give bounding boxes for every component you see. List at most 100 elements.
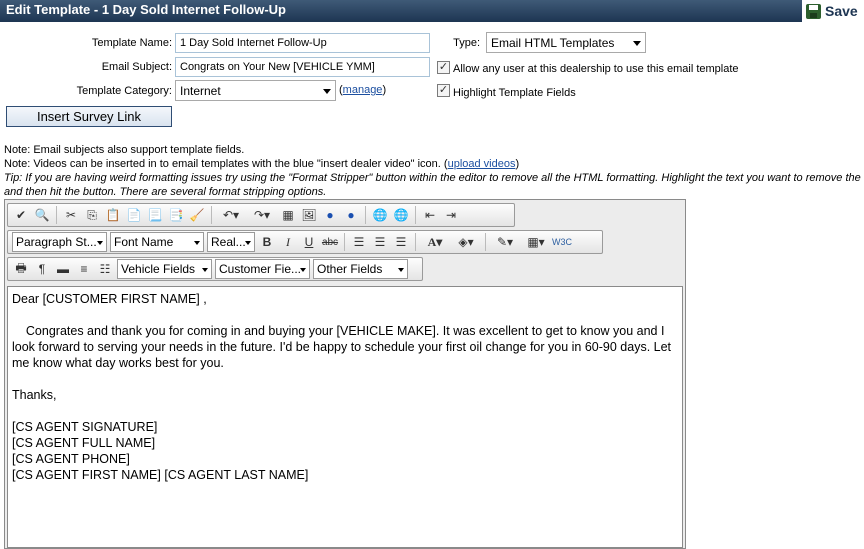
chevron-down-icon [323, 89, 331, 94]
font-color-icon[interactable]: A▾ [421, 233, 449, 251]
manage-link[interactable]: manage [343, 84, 383, 96]
horizontal-rule-icon[interactable]: ▬ [54, 260, 72, 278]
customer-fields-value: Customer Fie... [219, 262, 302, 276]
align-left-icon[interactable]: ☰ [350, 233, 368, 251]
italic-icon[interactable]: I [279, 233, 297, 251]
note-email-subjects: Note: Email subjects also support templa… [4, 144, 245, 156]
paragraph-marks-icon[interactable]: ¶ [33, 260, 51, 278]
underline-icon[interactable]: U [300, 233, 318, 251]
editor-content[interactable]: Dear [CUSTOMER FIRST NAME] , Congrates a… [7, 286, 683, 548]
phone-line: [CS AGENT PHONE] [12, 452, 130, 466]
font-name-select[interactable]: Font Name [110, 232, 204, 252]
toolbar-separator [344, 233, 345, 251]
print-icon[interactable]: 🖶 [12, 260, 30, 278]
vehicle-fields-value: Vehicle Fields [121, 262, 196, 276]
css-style-icon[interactable]: ✎▾ [491, 233, 519, 251]
closing-line: Thanks, [12, 388, 57, 402]
note-videos-close: ) [515, 158, 520, 170]
tip-line-2: and then hit the button. There are sever… [4, 186, 327, 198]
format-stripper-icon[interactable]: 🧹 [188, 206, 206, 224]
outdent-icon[interactable]: ⇤ [421, 206, 439, 224]
w3c-validate-icon[interactable]: W3C [552, 233, 572, 251]
insert-link-icon[interactable]: 🌐 [371, 206, 389, 224]
vehicle-fields-select[interactable]: Vehicle Fields [117, 259, 212, 279]
insert-video-icon[interactable]: ● [321, 206, 339, 224]
chevron-down-icon [245, 241, 251, 245]
toolbar-separator [211, 206, 212, 224]
chevron-down-icon [194, 241, 200, 245]
window-title: Edit Template - 1 Day Sold Internet Foll… [6, 2, 287, 17]
spellcheck-icon[interactable]: ✔ [12, 206, 30, 224]
paragraph-style-select[interactable]: Paragraph St... [12, 232, 107, 252]
table-options-icon[interactable]: ▦▾ [522, 233, 550, 251]
allow-users-label: Allow any user at this dealership to use… [453, 63, 739, 75]
bold-icon[interactable]: B [258, 233, 276, 251]
title-bar: Edit Template - 1 Day Sold Internet Foll… [0, 0, 864, 22]
toolbar-separator [485, 233, 486, 251]
other-fields-value: Other Fields [317, 262, 383, 276]
upload-videos-link[interactable]: upload videos [448, 158, 516, 170]
chevron-down-icon [398, 268, 404, 272]
redo-icon[interactable]: ↷▾ [248, 206, 276, 224]
highlight-color-icon[interactable]: ◈▾ [452, 233, 480, 251]
insert-survey-link-button[interactable]: Insert Survey Link [6, 106, 172, 127]
align-center-icon[interactable]: ☰ [371, 233, 389, 251]
highlight-fields-checkbox[interactable]: ✓ [437, 84, 450, 97]
toolbar-separator [415, 233, 416, 251]
body-paragraph: Congrates and thank you for coming in an… [12, 324, 675, 370]
bulleted-list-icon[interactable]: ☷ [96, 260, 114, 278]
floppy-disk-icon [806, 3, 821, 19]
greeting-line: Dear [CUSTOMER FIRST NAME] , [12, 292, 207, 306]
type-select[interactable]: Email HTML Templates [486, 32, 646, 53]
manage-close-paren: ) [382, 84, 387, 96]
paste-icon[interactable]: 📋 [104, 206, 122, 224]
type-label: Type: [453, 37, 480, 49]
first-last-name-line: [CS AGENT FIRST NAME] [CS AGENT LAST NAM… [12, 468, 309, 482]
toolbar-separator [365, 206, 366, 224]
customer-fields-select[interactable]: Customer Fie... [215, 259, 310, 279]
full-name-line: [CS AGENT FULL NAME] [12, 436, 156, 450]
editor-toolbar-3: 🖶 ¶ ▬ ≡ ☷ Vehicle Fields Customer Fie...… [7, 257, 423, 281]
template-name-label: Template Name: [91, 37, 172, 49]
signature-line: [CS AGENT SIGNATURE] [12, 420, 158, 434]
indent-icon[interactable]: ⇥ [442, 206, 460, 224]
font-size-value: Real... [211, 235, 246, 249]
paragraph-style-value: Paragraph St... [16, 235, 97, 249]
font-size-select[interactable]: Real... [207, 232, 255, 252]
insert-image-icon[interactable]: 🖼 [300, 206, 318, 224]
undo-icon[interactable]: ↶▾ [217, 206, 245, 224]
allow-users-checkbox[interactable]: ✓ [437, 61, 450, 74]
editor-toolbar-2: Paragraph St... Font Name Real... B I U … [7, 230, 603, 254]
paste-text-icon[interactable]: 📄 [125, 206, 143, 224]
toolbar-separator [415, 206, 416, 224]
template-category-label: Template Category: [76, 85, 172, 97]
type-value: Email HTML Templates [491, 36, 615, 50]
save-button[interactable]: Save [802, 0, 864, 22]
chevron-down-icon [633, 41, 641, 46]
chevron-down-icon [202, 268, 208, 272]
manage-group: (manage) [339, 84, 386, 96]
strikethrough-icon[interactable]: abc [321, 233, 339, 251]
tip-line-1: Tip: If you are having weird formatting … [4, 172, 861, 184]
paste-word-icon[interactable]: 📃 [146, 206, 164, 224]
other-fields-select[interactable]: Other Fields [313, 259, 408, 279]
email-subject-input[interactable]: Congrats on Your New [VEHICLE YMM] [175, 57, 430, 77]
insert-table-icon[interactable]: ▦ [279, 206, 297, 224]
cut-icon[interactable]: ✂ [62, 206, 80, 224]
align-right-icon[interactable]: ☰ [392, 233, 410, 251]
insert-dealer-video-icon[interactable]: ● [342, 206, 360, 224]
paste-html-icon[interactable]: 📑 [167, 206, 185, 224]
template-category-select[interactable]: Internet [175, 80, 336, 101]
chevron-down-icon [300, 268, 306, 272]
email-subject-label: Email Subject: [101, 61, 172, 73]
find-icon[interactable]: 🔍 [33, 206, 51, 224]
template-category-value: Internet [180, 84, 221, 98]
remove-link-icon[interactable]: 🌐 [392, 206, 410, 224]
note-videos-text: Note: Videos can be inserted in to email… [4, 158, 448, 170]
note-videos: Note: Videos can be inserted in to email… [4, 158, 519, 170]
numbered-list-icon[interactable]: ≡ [75, 260, 93, 278]
template-name-input[interactable]: 1 Day Sold Internet Follow-Up [175, 33, 430, 53]
copy-icon[interactable]: ⎘ [83, 206, 101, 224]
font-name-value: Font Name [114, 235, 174, 249]
editor-toolbar-1: ✔ 🔍 ✂ ⎘ 📋 📄 📃 📑 🧹 ↶▾ ↷▾ ▦ 🖼 ● ● 🌐 🌐 ⇤ ⇥ [7, 203, 515, 227]
